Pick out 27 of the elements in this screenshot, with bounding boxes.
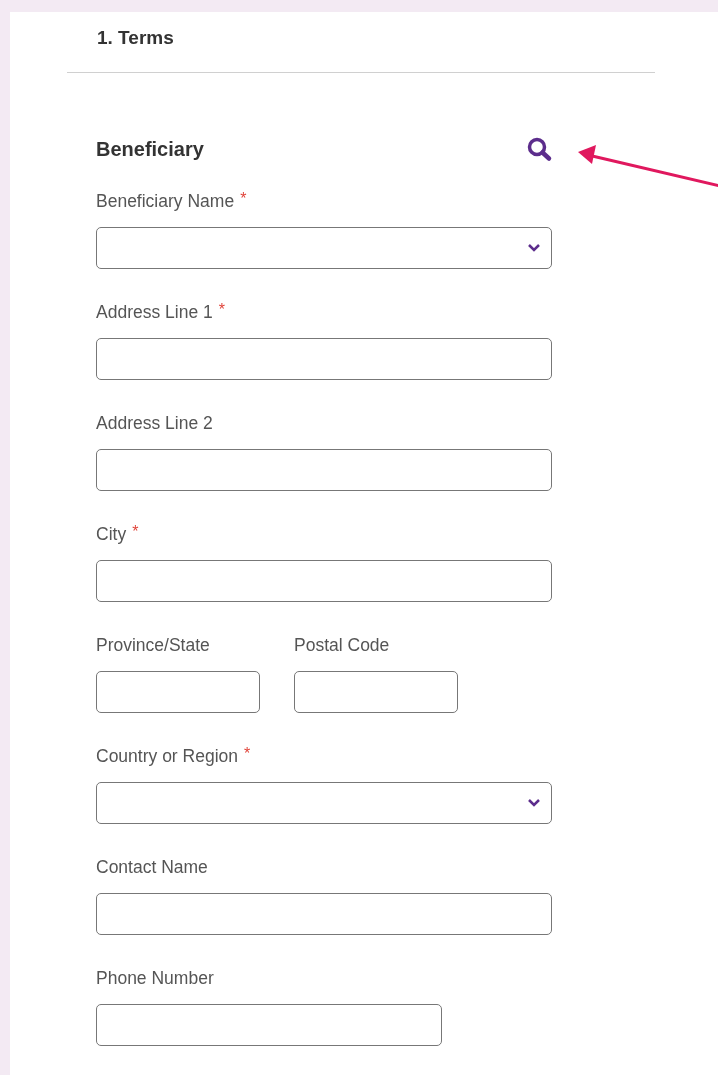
search-icon[interactable] (526, 136, 554, 162)
input-field[interactable] (294, 671, 458, 713)
field-label: Address Line 2 (96, 412, 213, 434)
input-field[interactable] (96, 893, 552, 935)
step-title: 1. Terms (96, 26, 175, 50)
field-label: Province/State (96, 634, 210, 656)
field-label: Address Line 1 (96, 301, 213, 323)
required-mark: * (240, 190, 247, 208)
input-field[interactable] (96, 671, 260, 713)
input-field[interactable] (96, 338, 552, 380)
section-title: Beneficiary (96, 137, 204, 161)
input-field[interactable] (96, 560, 552, 602)
field-label: Contact Name (96, 856, 208, 878)
field-label: City (96, 523, 127, 545)
field-label: Country or Region (96, 745, 239, 767)
dropdown-field[interactable] (96, 782, 552, 824)
field-label: Phone Number (96, 967, 214, 989)
required-mark: * (244, 745, 251, 763)
input-field[interactable] (96, 1004, 442, 1046)
caret-icon (527, 798, 541, 808)
field-label: Postal Code (294, 634, 390, 656)
input-field[interactable] (96, 449, 552, 491)
field-label: Beneficiary Name (96, 190, 235, 212)
required-mark: * (132, 523, 139, 541)
required-mark: * (218, 301, 225, 319)
caret-icon (527, 243, 541, 253)
dropdown-field[interactable] (96, 227, 552, 269)
